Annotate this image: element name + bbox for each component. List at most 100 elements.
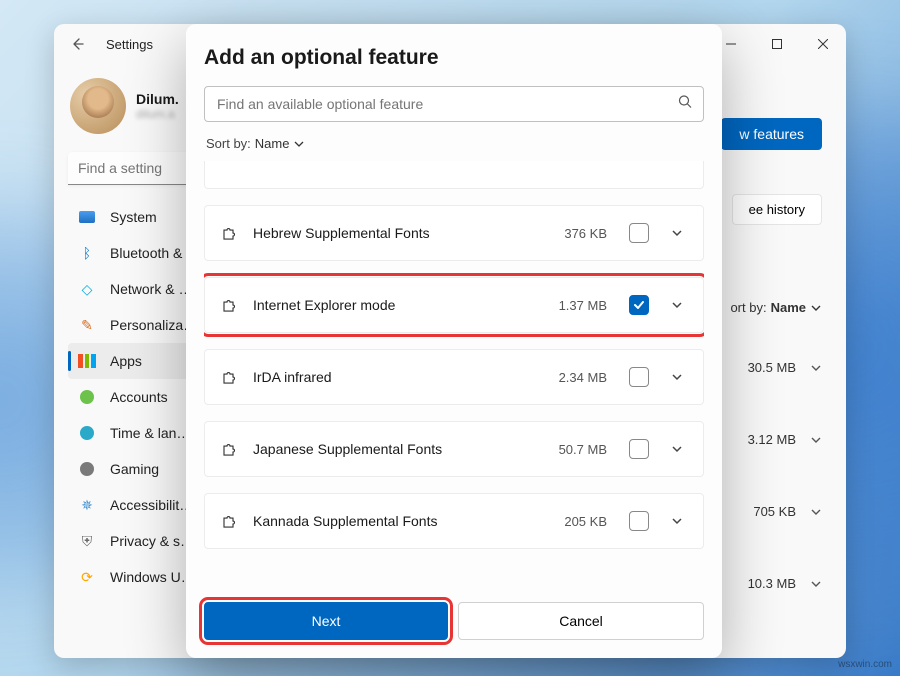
- chevron-down-icon: [810, 434, 822, 446]
- chevron-down-icon: [293, 138, 305, 150]
- bg-size: 30.5 MB: [748, 360, 796, 375]
- bg-sort[interactable]: ort by: Name: [730, 300, 822, 315]
- feature-search-input[interactable]: [204, 86, 704, 122]
- person-icon: [78, 388, 96, 406]
- sort-label: ort by:: [730, 300, 766, 315]
- expand-button[interactable]: [663, 227, 691, 239]
- bluetooth-icon: ᛒ: [78, 244, 96, 262]
- search-icon: [678, 95, 692, 114]
- brush-icon: ✎: [78, 316, 96, 334]
- feature-size: 50.7 MB: [559, 442, 607, 457]
- feature-name: Japanese Supplemental Fonts: [253, 441, 545, 457]
- feature-row-hebrew[interactable]: Hebrew Supplemental Fonts 376 KB: [204, 205, 704, 261]
- chevron-down-icon: [671, 515, 683, 527]
- modal-sort[interactable]: Sort by: Name: [206, 136, 704, 151]
- nav-label: Accessibilit…: [110, 497, 193, 513]
- arrow-left-icon: [69, 36, 85, 52]
- expand-button[interactable]: [663, 515, 691, 527]
- feature-name: Internet Explorer mode: [253, 297, 545, 313]
- puzzle-icon: [221, 368, 239, 386]
- chevron-down-icon: [810, 302, 822, 314]
- feature-checkbox[interactable]: [629, 439, 649, 459]
- bg-feature-row[interactable]: 30.5 MB: [722, 340, 822, 395]
- clock-icon: [78, 424, 96, 442]
- wifi-icon: ◇: [78, 280, 96, 298]
- back-button[interactable]: [62, 29, 92, 59]
- feature-size: 205 KB: [564, 514, 607, 529]
- nav-label: Network & …: [110, 281, 192, 297]
- bg-size: 3.12 MB: [748, 432, 796, 447]
- update-icon: ⟳: [78, 568, 96, 586]
- modal-title: Add an optional feature: [204, 46, 704, 70]
- sort-value: Name: [255, 136, 290, 151]
- sort-label: Sort by:: [206, 136, 251, 151]
- chevron-down-icon: [671, 227, 683, 239]
- nav-label: Apps: [110, 353, 142, 369]
- chevron-down-icon: [810, 578, 822, 590]
- nav-label: Accounts: [110, 389, 168, 405]
- maximize-button[interactable]: [754, 28, 800, 60]
- feature-size: 376 KB: [564, 226, 607, 241]
- nav-label: Privacy & s…: [110, 533, 194, 549]
- feature-row-japanese[interactable]: Japanese Supplemental Fonts 50.7 MB: [204, 421, 704, 477]
- nav-label: Time & lan…: [110, 425, 190, 441]
- expand-button[interactable]: [663, 299, 691, 311]
- puzzle-icon: [221, 512, 239, 530]
- bg-feature-row[interactable]: 3.12 MB: [722, 412, 822, 467]
- view-history-button[interactable]: ee history: [732, 194, 822, 225]
- checkmark-icon: [633, 299, 645, 311]
- avatar: [70, 78, 126, 134]
- maximize-icon: [772, 39, 782, 49]
- chevron-down-icon: [810, 506, 822, 518]
- feature-name: IrDA infrared: [253, 369, 545, 385]
- chevron-down-icon: [671, 299, 683, 311]
- bg-feature-row[interactable]: 10.3 MB: [722, 556, 822, 611]
- add-feature-modal: Add an optional feature Sort by: Name He…: [186, 24, 722, 658]
- feature-row-partial[interactable]: [204, 161, 704, 189]
- feature-size: 2.34 MB: [559, 370, 607, 385]
- profile-name: Dilum.: [136, 91, 179, 107]
- view-features-button[interactable]: w features: [721, 118, 822, 150]
- feature-checkbox[interactable]: [629, 511, 649, 531]
- puzzle-icon: [221, 224, 239, 242]
- close-icon: [818, 39, 828, 49]
- puzzle-icon: [221, 440, 239, 458]
- sort-value: Name: [771, 300, 806, 315]
- watermark: wsxwin.com: [838, 659, 892, 670]
- nav-label: Gaming: [110, 461, 159, 477]
- feature-list: Hebrew Supplemental Fonts 376 KB Interne…: [204, 161, 704, 590]
- bg-feature-row[interactable]: 705 KB: [722, 484, 822, 539]
- window-title: Settings: [106, 37, 153, 52]
- nav-label: System: [110, 209, 157, 225]
- feature-row-irda[interactable]: IrDA infrared 2.34 MB: [204, 349, 704, 405]
- chevron-down-icon: [671, 371, 683, 383]
- feature-checkbox[interactable]: [629, 367, 649, 387]
- accessibility-icon: ✵: [78, 496, 96, 514]
- feature-row-ie-mode[interactable]: Internet Explorer mode 1.37 MB: [204, 277, 704, 333]
- feature-size: 1.37 MB: [559, 298, 607, 313]
- close-button[interactable]: [800, 28, 846, 60]
- shield-icon: ⛨: [78, 532, 96, 550]
- expand-button[interactable]: [663, 443, 691, 455]
- feature-name: Kannada Supplemental Fonts: [253, 513, 550, 529]
- profile-email: dilum.a: [136, 107, 179, 121]
- bg-size: 705 KB: [753, 504, 796, 519]
- minimize-icon: [726, 39, 736, 49]
- gaming-icon: [78, 460, 96, 478]
- system-icon: [78, 208, 96, 226]
- cancel-button[interactable]: Cancel: [458, 602, 704, 640]
- feature-name: Hebrew Supplemental Fonts: [253, 225, 550, 241]
- apps-icon: [78, 352, 96, 370]
- feature-checkbox[interactable]: [629, 223, 649, 243]
- feature-checkbox[interactable]: [629, 295, 649, 315]
- next-button[interactable]: Next: [204, 602, 448, 640]
- nav-label: Personaliza…: [110, 317, 197, 333]
- chevron-down-icon: [671, 443, 683, 455]
- next-highlight: Next: [204, 602, 448, 640]
- bg-size: 10.3 MB: [748, 576, 796, 591]
- puzzle-icon: [221, 296, 239, 314]
- feature-row-kannada[interactable]: Kannada Supplemental Fonts 205 KB: [204, 493, 704, 549]
- chevron-down-icon: [810, 362, 822, 374]
- nav-label: Windows U…: [110, 569, 195, 585]
- expand-button[interactable]: [663, 371, 691, 383]
